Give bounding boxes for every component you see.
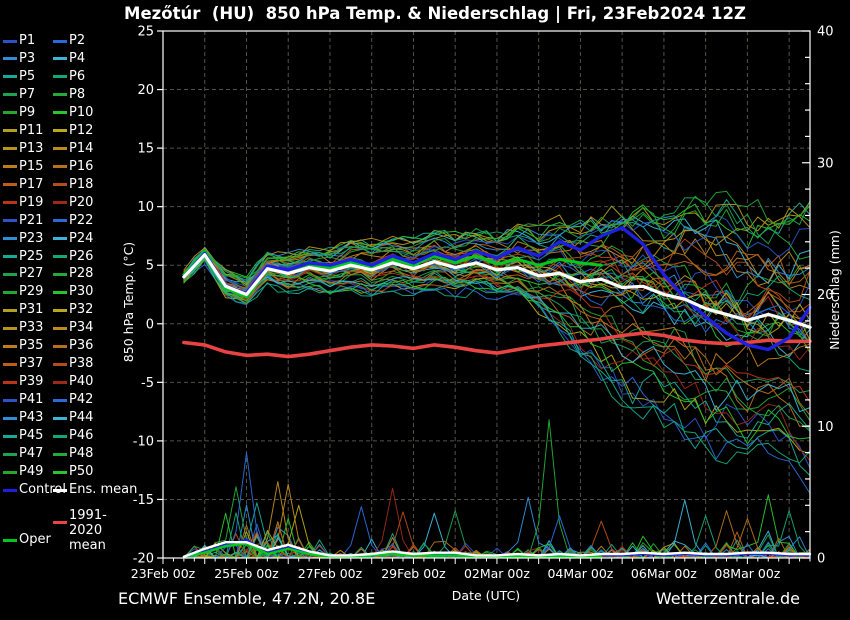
svg-text:0: 0 [817,552,825,567]
svg-text:-15: -15 [133,493,154,508]
svg-text:-10: -10 [133,434,154,449]
svg-text:-5: -5 [141,376,154,391]
svg-text:02Mar 00z: 02Mar 00z [464,566,530,581]
svg-text:5: 5 [146,259,154,274]
svg-text:0: 0 [146,317,154,332]
svg-text:10: 10 [137,200,154,215]
svg-text:04Mar 00z: 04Mar 00z [547,566,613,581]
svg-text:Niederschlag (mm): Niederschlag (mm) [827,230,842,350]
svg-text:27Feb 00z: 27Feb 00z [298,566,363,581]
svg-text:10: 10 [817,420,834,435]
svg-text:25Feb 00z: 25Feb 00z [214,566,279,581]
svg-text:08Mar 00z: 08Mar 00z [714,566,780,581]
ensemble-meteogram: Mezőtúr (HU) 850 hPa Temp. & Niederschla… [0,0,850,620]
svg-text:-20: -20 [133,552,154,567]
svg-text:29Feb 00z: 29Feb 00z [381,566,446,581]
brand-label: Wetterzentrale.de [656,589,800,608]
svg-text:30: 30 [817,156,834,171]
svg-text:23Feb 00z: 23Feb 00z [131,566,196,581]
x-axis-label: Date (UTC) [386,588,586,603]
svg-text:06Mar 00z: 06Mar 00z [631,566,697,581]
chart-canvas: 2520151050-5-10-15-2040302010023Feb 00z2… [0,0,850,620]
svg-text:20: 20 [137,83,154,98]
model-info: ECMWF Ensemble, 47.2N, 20.8E [118,589,375,608]
svg-text:15: 15 [137,142,154,157]
svg-text:25: 25 [137,25,154,40]
svg-text:850 hPa Temp. (°C): 850 hPa Temp. (°C) [121,242,136,362]
svg-text:40: 40 [817,25,834,40]
